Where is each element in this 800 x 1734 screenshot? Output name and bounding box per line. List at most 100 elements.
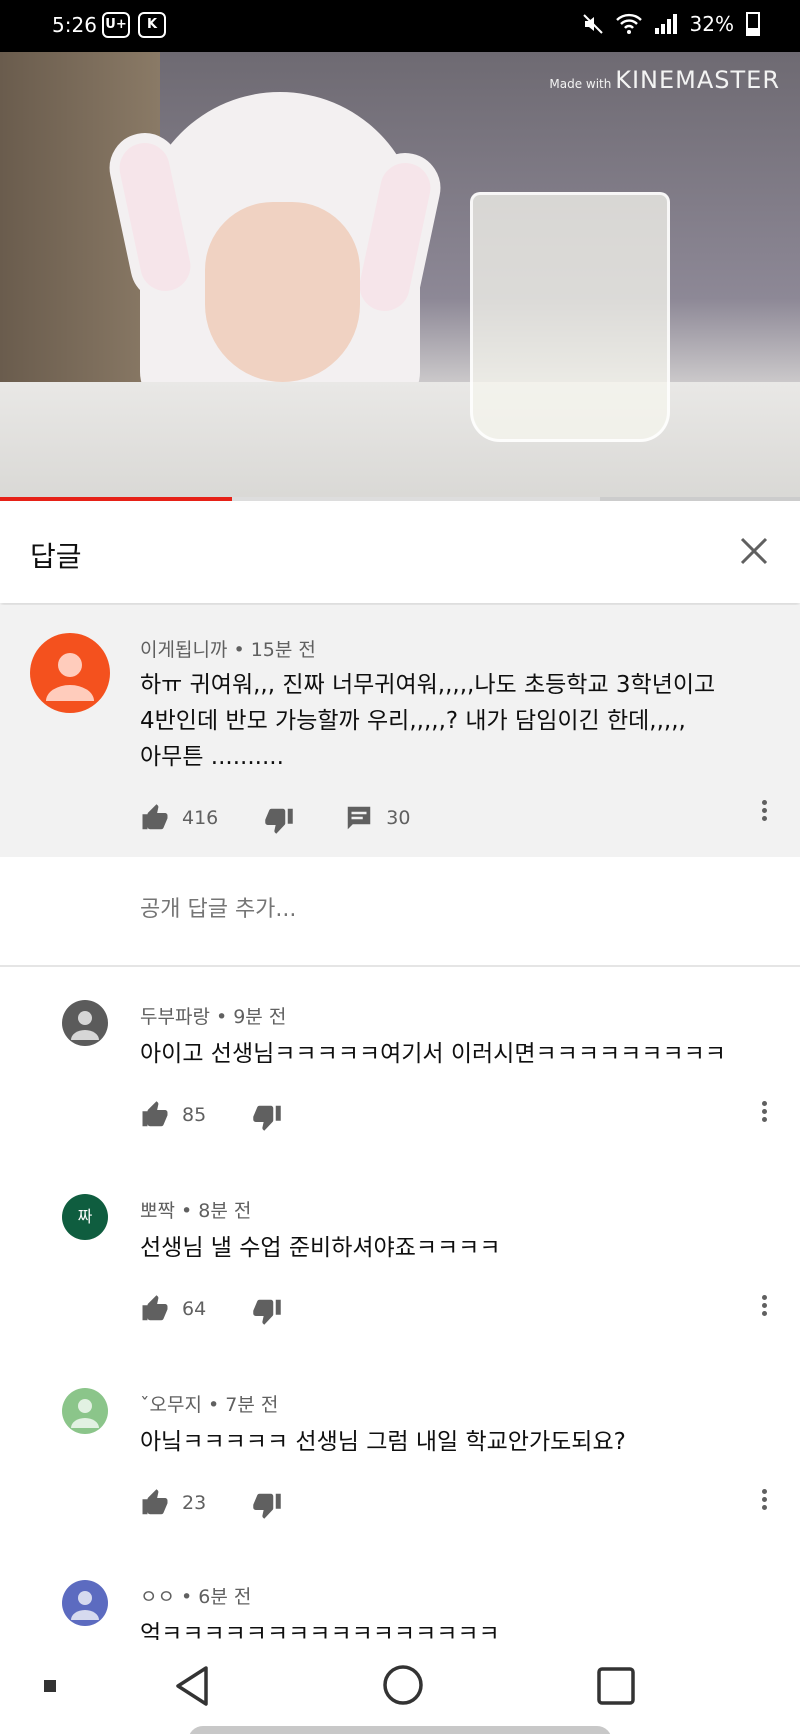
home-icon[interactable]	[382, 1664, 424, 1706]
reply-text: 아닠ㅋㅋㅋㅋㅋ 선생님 그럼 내일 학교안가도되요?	[140, 1429, 626, 1455]
comment-icon	[348, 806, 371, 830]
reply-meta: ˇ오무지 • 7분 전	[140, 1394, 279, 1416]
more-vert-dot	[761, 1505, 767, 1510]
more-vert-dot	[761, 1117, 767, 1122]
like-count: 85	[182, 1104, 207, 1126]
more-vert-dot	[761, 1109, 767, 1114]
reply-count: 30	[386, 807, 411, 829]
reply-author[interactable]: ˇ오무지	[140, 1394, 202, 1416]
video-scene-table	[0, 382, 800, 500]
navigation-bar	[0, 1640, 800, 1734]
comment-text: 하ㅠ 귀여워,,, 진짜 너무귀여워,,,,,나도 초등학교 3학년이고 4반인…	[140, 667, 715, 775]
thumbs-up-icon	[142, 1295, 168, 1321]
like-button[interactable]: 23	[140, 1488, 206, 1518]
more-vert-dot	[761, 1497, 767, 1502]
video-player[interactable]: Made with KINEMASTER	[0, 52, 800, 500]
carrier-icon: U+	[102, 12, 130, 38]
dislike-button[interactable]	[264, 805, 294, 839]
reply-item: 짜 뽀짝 • 8분 전 선생님 낼 수업 준비하셔야죠ㅋㅋㅋㅋ 64	[0, 1164, 800, 1354]
status-time: 5:26	[52, 13, 97, 37]
watermark-prefix: Made with	[549, 77, 612, 91]
user-silhouette-icon	[71, 1399, 99, 1428]
mute-icon	[582, 14, 603, 34]
avatar[interactable]	[62, 1000, 108, 1046]
reply-meta: ㅇㅇ • 6분 전	[140, 1586, 252, 1608]
thumbs-down-icon	[253, 1299, 281, 1325]
comment-text-line: 하ㅠ 귀여워,,, 진짜 너무귀여워,,,,,나도 초등학교 3학년이고	[140, 672, 716, 698]
comment-text-line: 아무튼 ..........	[140, 744, 284, 770]
close-icon	[740, 537, 768, 565]
like-button[interactable]: 416	[140, 803, 218, 833]
nav-dot-icon	[44, 1680, 56, 1692]
more-vert-dot	[761, 808, 767, 813]
recents-icon[interactable]	[596, 1666, 636, 1706]
wifi-icon	[615, 13, 642, 34]
reply-text: 아이고 선생님ㅋㅋㅋㅋㅋ여기서 이러시면ㅋㅋㅋㅋㅋㅋㅋㅋㅋ	[140, 1041, 726, 1067]
reply-button[interactable]: 30	[344, 803, 410, 833]
more-vert-dot	[761, 1311, 767, 1316]
status-right-icons: 32%	[582, 12, 760, 36]
dislike-button[interactable]	[252, 1102, 282, 1136]
like-count: 23	[182, 1492, 207, 1514]
avatar[interactable]	[62, 1580, 108, 1626]
reply-actions: 85	[140, 1094, 282, 1136]
reply-author[interactable]: ㅇㅇ	[140, 1586, 175, 1608]
reply-time: 7분 전	[225, 1394, 279, 1416]
back-icon[interactable]	[172, 1664, 212, 1708]
replies-header: 답글	[0, 503, 800, 603]
parent-comment: 이게됩니까 • 15분 전 하ㅠ 귀여워,,, 진짜 너무귀여워,,,,,나도 …	[0, 605, 800, 857]
reply-author[interactable]: 뽀짝	[140, 1200, 175, 1222]
thumbs-down-icon	[253, 1493, 281, 1519]
reply-time: 8분 전	[198, 1200, 252, 1222]
replies-title: 답글	[30, 540, 82, 573]
thumbs-down-icon	[253, 1105, 281, 1131]
comment-author[interactable]: 이게됩니까	[140, 639, 227, 661]
battery-percent: 32%	[689, 12, 734, 36]
reply-actions: 64	[140, 1288, 282, 1330]
status-bar: 5:26 U+ K 32%	[0, 0, 800, 52]
video-progress-bar[interactable]	[0, 497, 800, 501]
reply-author[interactable]: 두부파랑	[140, 1006, 210, 1028]
user-silhouette-icon	[46, 653, 94, 701]
avatar[interactable]: 짜	[62, 1194, 108, 1240]
notification-icon: K	[138, 12, 166, 38]
watermark-brand: KINEMASTER	[615, 66, 780, 94]
more-options-button[interactable]	[759, 1098, 769, 1128]
battery-icon	[746, 12, 760, 36]
avatar-initial: 짜	[77, 1207, 93, 1226]
video-scene-face	[205, 202, 360, 382]
thumbs-up-icon	[142, 804, 168, 830]
more-vert-dot	[761, 816, 767, 821]
dislike-button[interactable]	[252, 1490, 282, 1524]
reply-time: 9분 전	[233, 1006, 287, 1028]
user-silhouette-icon	[71, 1011, 99, 1040]
more-options-button[interactable]	[759, 797, 769, 827]
add-reply-row	[0, 857, 800, 967]
add-reply-input[interactable]	[140, 897, 740, 922]
comment-meta: 이게됩니까 • 15분 전	[140, 639, 316, 661]
more-options-button[interactable]	[759, 1292, 769, 1322]
avatar[interactable]	[62, 1388, 108, 1434]
more-options-button[interactable]	[759, 1486, 769, 1516]
more-vert-icon	[761, 800, 767, 805]
comment-text-line: 4반인데 반모 가능할까 우리,,,,,? 내가 담임이긴 한데,,,,,	[140, 708, 686, 734]
user-silhouette-icon	[71, 1591, 99, 1620]
more-vert-icon	[761, 1489, 767, 1494]
close-button[interactable]	[734, 531, 774, 571]
dislike-button[interactable]	[252, 1296, 282, 1330]
gesture-handle[interactable]	[188, 1726, 612, 1734]
comment-actions: 416 30	[140, 797, 410, 839]
thumbs-down-icon	[265, 808, 294, 834]
video-progress-fill	[0, 497, 232, 501]
video-scene-cup	[470, 192, 670, 442]
more-vert-dot	[761, 1303, 767, 1308]
thumbs-up-icon	[142, 1489, 168, 1515]
signal-icon	[654, 14, 677, 34]
like-button[interactable]: 64	[140, 1294, 206, 1324]
like-button[interactable]: 85	[140, 1100, 206, 1130]
status-left-icons: U+ K	[102, 12, 166, 38]
reply-actions: 23	[140, 1482, 282, 1524]
like-count: 416	[182, 807, 219, 829]
reply-text: 선생님 낼 수업 준비하셔야죠ㅋㅋㅋㅋ	[140, 1235, 501, 1261]
avatar[interactable]	[30, 633, 110, 713]
